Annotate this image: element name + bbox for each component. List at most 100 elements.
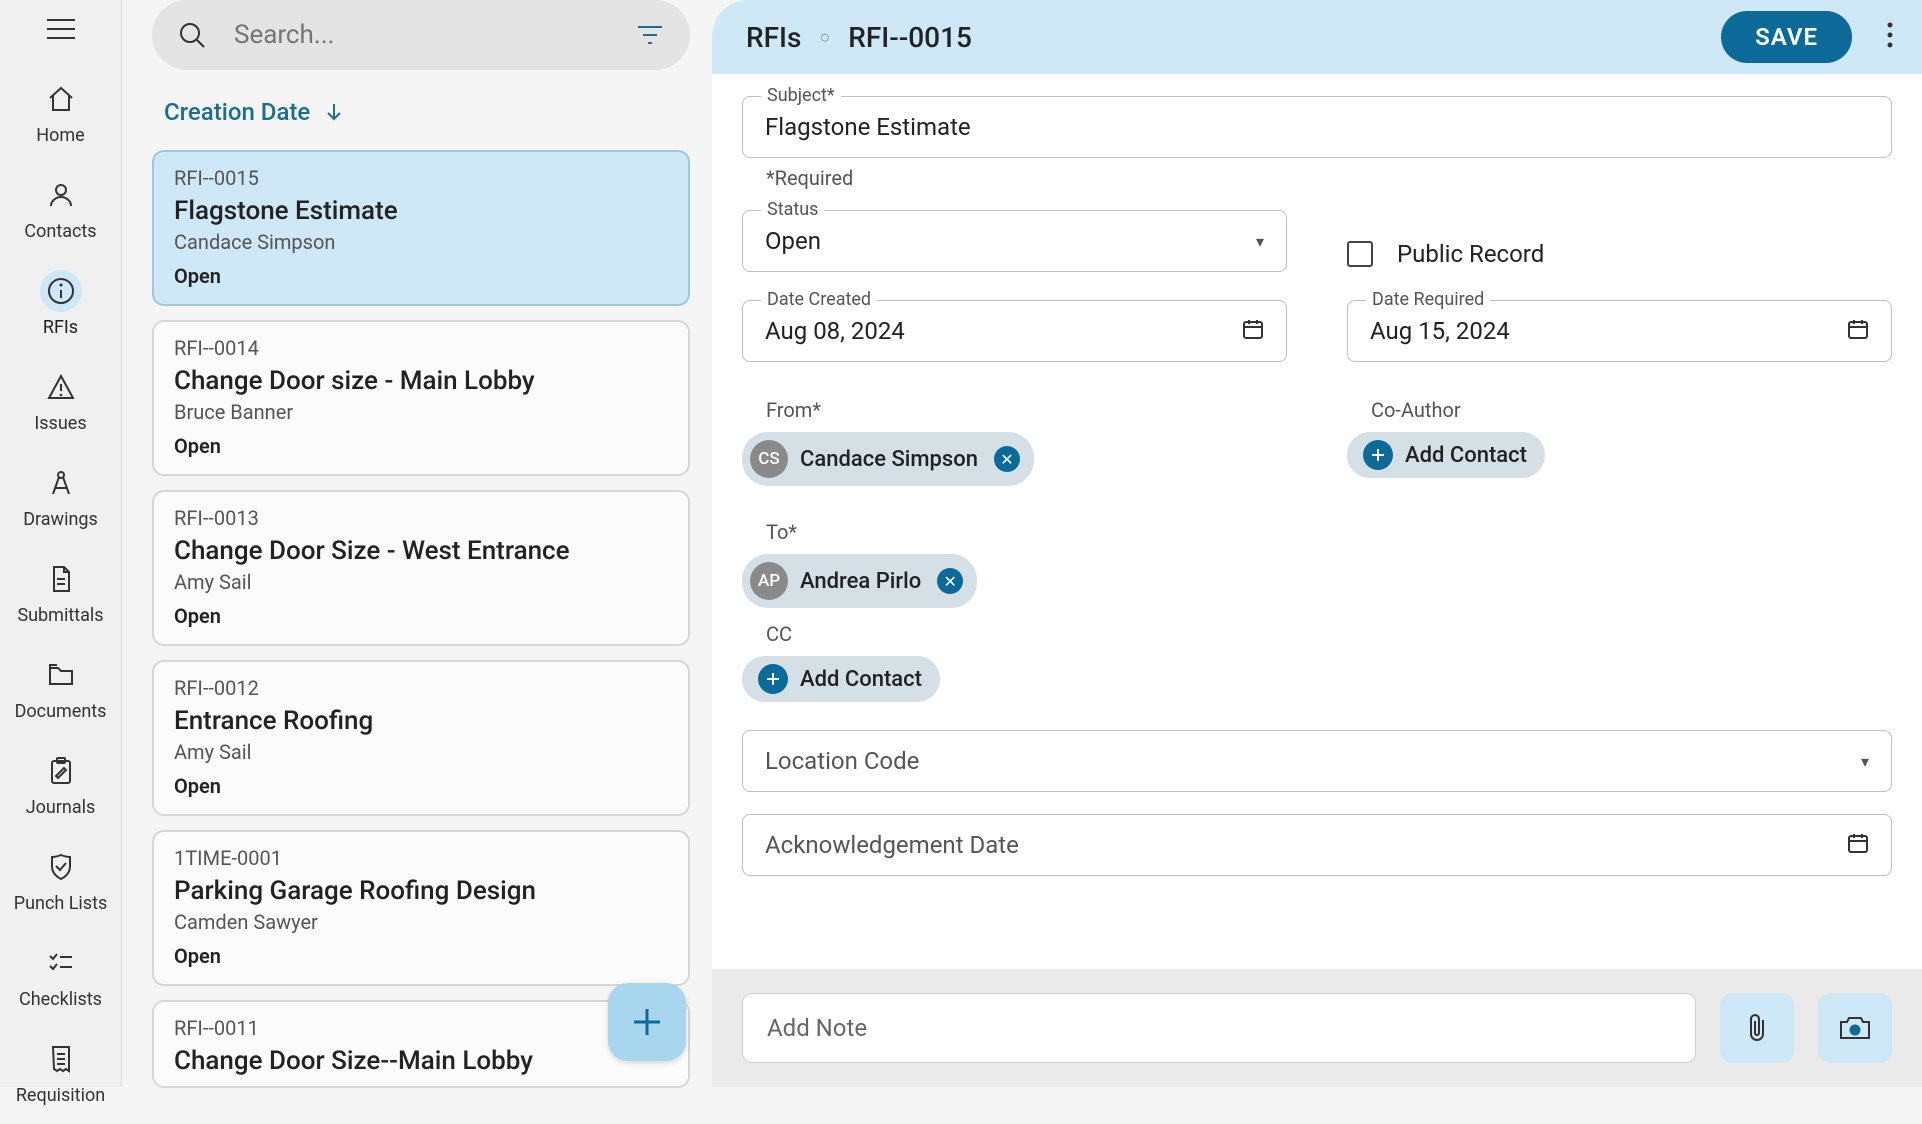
calendar-icon: [1847, 318, 1869, 340]
item-title: Flagstone Estimate: [174, 196, 668, 226]
from-chip: CS Candace Simpson ✕: [742, 432, 1034, 486]
checkbox-icon: [1347, 241, 1373, 267]
filter-icon[interactable]: [636, 23, 664, 47]
item-status: Open: [174, 434, 668, 458]
search-input[interactable]: [234, 20, 608, 50]
avatar: CS: [750, 440, 788, 478]
nav-documents[interactable]: Documents: [0, 644, 121, 740]
field-label: Subject*: [761, 85, 841, 106]
note-placeholder: Add Note: [767, 1014, 867, 1042]
nav-label: Journals: [26, 797, 96, 818]
search-box[interactable]: [152, 0, 690, 70]
nav-label: Home: [36, 125, 84, 146]
add-cc-button[interactable]: Add Contact: [742, 656, 940, 702]
nav-submittals[interactable]: Submittals: [0, 548, 121, 644]
nav-label: Issues: [34, 413, 86, 434]
list-item[interactable]: 1TIME-0001 Parking Garage Roofing Design…: [152, 830, 690, 986]
detail-body: Subject* Flagstone Estimate *Required St…: [712, 74, 1922, 969]
nav-label: Punch Lists: [14, 893, 108, 914]
nav-issues[interactable]: Issues: [0, 356, 121, 452]
nav-rfis[interactable]: RFIs: [0, 260, 121, 356]
item-id: RFI--0015: [174, 166, 668, 190]
field-value: Aug 15, 2024: [1370, 317, 1510, 345]
breadcrumb-root[interactable]: RFIs: [746, 21, 801, 54]
shield-check-icon: [46, 852, 76, 882]
field-label: Date Created: [761, 289, 877, 310]
nav-requisition[interactable]: Requisition: [0, 1028, 121, 1124]
item-status: Open: [174, 944, 668, 968]
plus-circle-icon: [758, 664, 788, 694]
field-label: Date Required: [1366, 289, 1490, 310]
subject-field[interactable]: Subject* Flagstone Estimate: [742, 96, 1892, 158]
add-note-input[interactable]: Add Note: [742, 993, 1696, 1063]
item-id: RFI--0013: [174, 506, 668, 530]
item-author: Camden Sawyer: [174, 910, 668, 934]
info-icon: [46, 276, 76, 306]
menu-button[interactable]: [41, 18, 81, 40]
item-id: RFI--0011: [174, 1016, 668, 1040]
to-chip: AP Andrea Pirlo ✕: [742, 554, 977, 608]
checkbox-label: Public Record: [1397, 240, 1544, 268]
list-item[interactable]: RFI--0012 Entrance Roofing Amy Sail Open: [152, 660, 690, 816]
field-value: Open: [765, 227, 821, 255]
date-created-field[interactable]: Date Created Aug 08, 2024: [742, 300, 1287, 362]
chevron-down-icon: ▾: [1861, 752, 1869, 771]
rfi-list: RFI--0015 Flagstone Estimate Candace Sim…: [152, 150, 690, 1088]
list-item[interactable]: RFI--0013 Change Door Size - West Entran…: [152, 490, 690, 646]
more-menu-button[interactable]: [1886, 20, 1894, 54]
nav-punchlists[interactable]: Punch Lists: [0, 836, 121, 932]
item-status: Open: [174, 774, 668, 798]
chip-label: Add Contact: [1405, 443, 1531, 468]
nav-rail: Home Contacts RFIs Issues Drawings Submi…: [0, 0, 122, 1087]
nav-label: Submittals: [17, 605, 103, 626]
attach-button[interactable]: [1720, 993, 1794, 1063]
camera-button[interactable]: [1818, 993, 1892, 1063]
breadcrumb-id: RFI--0015: [848, 21, 972, 54]
date-required-field[interactable]: Date Required Aug 15, 2024: [1347, 300, 1892, 362]
warning-icon: [46, 372, 76, 402]
chip-name: Andrea Pirlo: [800, 569, 925, 594]
remove-chip-button[interactable]: ✕: [937, 568, 963, 594]
status-select[interactable]: Status Open ▾: [742, 210, 1287, 272]
nav-home[interactable]: Home: [0, 68, 121, 164]
nav-checklists[interactable]: Checklists: [0, 932, 121, 1028]
item-title: Change Door size - Main Lobby: [174, 366, 668, 396]
nav-label: Checklists: [19, 989, 102, 1010]
list-item[interactable]: RFI--0015 Flagstone Estimate Candace Sim…: [152, 150, 690, 306]
item-title: Change Door Size--Main Lobby: [174, 1046, 668, 1076]
receipt-icon: [46, 1044, 76, 1074]
note-bar: Add Note: [712, 969, 1922, 1087]
avatar: AP: [750, 562, 788, 600]
nav-label: Documents: [15, 701, 107, 722]
field-value: Aug 08, 2024: [765, 317, 905, 345]
search-icon: [178, 21, 206, 49]
item-author: Amy Sail: [174, 570, 668, 594]
checklist-icon: [46, 948, 76, 978]
field-value: Flagstone Estimate: [765, 113, 971, 141]
add-coauthor-button[interactable]: Add Contact: [1347, 432, 1545, 478]
item-id: RFI--0012: [174, 676, 668, 700]
remove-chip-button[interactable]: ✕: [994, 446, 1020, 472]
chip-name: Candace Simpson: [800, 447, 982, 472]
plus-circle-icon: [1363, 440, 1393, 470]
field-label: Location Code: [765, 747, 919, 775]
sort-control[interactable]: Creation Date: [152, 70, 690, 150]
item-author: Amy Sail: [174, 740, 668, 764]
required-note: *Required: [766, 166, 1892, 190]
list-item[interactable]: RFI--0014 Change Door size - Main Lobby …: [152, 320, 690, 476]
location-code-select[interactable]: Location Code ▾: [742, 730, 1892, 792]
item-status: Open: [174, 264, 668, 288]
home-icon: [46, 84, 76, 114]
add-rfi-button[interactable]: [608, 983, 686, 1061]
save-button[interactable]: SAVE: [1721, 11, 1852, 63]
ack-date-field[interactable]: Acknowledgement Date: [742, 814, 1892, 876]
plus-icon: [630, 1005, 664, 1039]
person-icon: [46, 180, 76, 210]
item-id: RFI--0014: [174, 336, 668, 360]
paperclip-icon: [1743, 1012, 1771, 1044]
nav-journals[interactable]: Journals: [0, 740, 121, 836]
nav-drawings[interactable]: Drawings: [0, 452, 121, 548]
public-record-checkbox[interactable]: Public Record: [1347, 210, 1892, 280]
list-column: Creation Date RFI--0015 Flagstone Estima…: [122, 0, 712, 1087]
nav-contacts[interactable]: Contacts: [0, 164, 121, 260]
